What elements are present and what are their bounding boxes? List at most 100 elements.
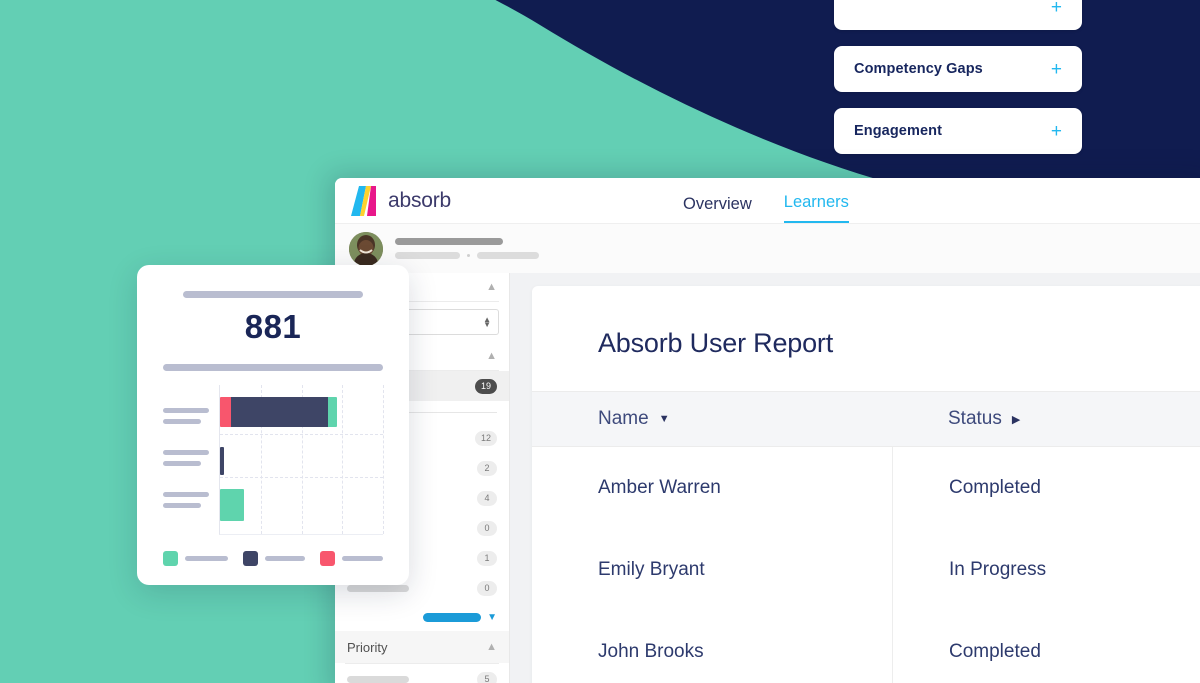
section-title: Priority: [347, 639, 388, 655]
sidebar-progress-row[interactable]: ▼: [335, 603, 509, 631]
redacted-legend-label: [265, 556, 305, 561]
column-header-status[interactable]: Status ▶: [892, 408, 1020, 430]
gridline-horizontal: [220, 434, 383, 436]
stat-value: 881: [244, 308, 302, 345]
chart-legend: [163, 551, 383, 566]
legend-swatch-pink: [319, 551, 335, 566]
chart-plot-area: [219, 385, 384, 535]
redacted-filter-label: [347, 584, 409, 592]
gridline-vertical: [342, 385, 344, 534]
redacted-meta-1: [395, 252, 460, 259]
wordmark: absorb: [388, 188, 452, 212]
plus-icon[interactable]: +: [1051, 60, 1062, 79]
axis-label-group: [163, 492, 219, 508]
caret-down-icon[interactable]: ▼: [659, 413, 670, 425]
filter-count-badge: 0: [477, 520, 497, 536]
table-row[interactable]: Emily Bryant In Progress: [532, 529, 1200, 611]
chart-axis-labels: [163, 385, 219, 535]
app-body: ▲ ▲ ▼ ▲ 19 12 2 4 0 1 0 ▼ Priority ▲ 5 A…: [335, 273, 1200, 683]
user-context-bar: [335, 223, 1200, 273]
accordion-label: Competency Gaps: [854, 61, 983, 77]
bar-segment-c: [327, 397, 338, 427]
stat-card: 881: [137, 265, 409, 585]
legend-swatch-teal: [163, 551, 178, 566]
filter-count-badge: 4: [477, 490, 497, 506]
table-row[interactable]: Amber Warren Completed: [532, 447, 1200, 529]
plus-icon[interactable]: +: [1051, 0, 1062, 17]
bar-segment-a: [220, 397, 231, 427]
redacted-axis-label: [163, 503, 201, 508]
cell-name: Emily Bryant: [598, 559, 705, 580]
plus-icon[interactable]: +: [1051, 122, 1062, 141]
cell-status: Completed: [892, 447, 1041, 529]
separator-dot: [467, 254, 470, 257]
redacted-axis-label: [163, 419, 201, 424]
cell-name: John Brooks: [598, 641, 704, 662]
accordion-item-competency-gaps[interactable]: Competency Gaps +: [834, 46, 1082, 92]
accordion-label: Engagement: [854, 123, 943, 139]
stepper-icon[interactable]: ▲ ▼: [483, 316, 491, 329]
table-row[interactable]: John Brooks Completed: [532, 611, 1200, 683]
page-title: Absorb User Report: [598, 328, 833, 358]
redacted-axis-label: [163, 461, 201, 466]
column-header-name[interactable]: Name ▼: [532, 408, 892, 430]
avatar[interactable]: [349, 231, 383, 266]
priority-count-badge: 5: [477, 671, 497, 683]
axis-label-group: [163, 408, 219, 424]
bar-segment-c: [220, 489, 245, 521]
legend-swatch-navy: [243, 551, 259, 566]
table-header: Name ▼ Status ▶: [532, 391, 1200, 447]
column-label: Name: [598, 408, 649, 429]
progress-bar: [423, 612, 482, 622]
redacted-axis-label: [163, 492, 209, 497]
absorb-logo-icon: [351, 185, 376, 216]
chevron-down-icon[interactable]: ▼: [487, 612, 497, 623]
redacted-username: [395, 238, 503, 245]
brand-logo[interactable]: absorb: [351, 185, 452, 216]
bar-series-2: [220, 447, 225, 475]
redacted-meta-2: [477, 252, 539, 259]
column-label: Status: [948, 408, 1002, 429]
report-card: Absorb User Report Name ▼ Status ▶ Amber…: [532, 286, 1200, 683]
redacted-priority-label: [347, 675, 409, 683]
main-nav: Overview Learners: [683, 178, 849, 223]
user-info-redacted: [395, 238, 539, 259]
tab-overview[interactable]: Overview: [683, 195, 752, 223]
filter-count-badge: 1: [477, 550, 497, 566]
chevron-up-icon[interactable]: ▲: [486, 641, 497, 653]
tab-learners[interactable]: Learners: [783, 193, 849, 223]
redacted-legend-label: [341, 556, 383, 561]
cell-name: Amber Warren: [598, 477, 721, 498]
redacted-legend-label: [185, 556, 229, 561]
cell-status: In Progress: [892, 529, 1046, 611]
bar-series-1: [220, 397, 338, 427]
axis-label-group: [163, 450, 219, 466]
report-area: Absorb User Report Name ▼ Status ▶ Amber…: [510, 273, 1200, 683]
redacted-axis-label: [163, 450, 209, 455]
stacked-bar-chart: [163, 385, 384, 535]
filter-count-badge: 19: [474, 378, 497, 394]
filter-count-badge: 2: [477, 460, 497, 476]
browser-window: absorb Overview Learners ▲ ▲ ▼ ▲ 19 12 2…: [335, 178, 1200, 683]
marketing-composite: + Competency Gaps + Engagement + absorb …: [0, 0, 1200, 683]
filter-count-badge: 12: [474, 430, 497, 446]
accordion-item-cutoff[interactable]: +: [834, 0, 1082, 30]
bar-segment-b: [220, 447, 225, 475]
accordion-list: + Competency Gaps + Engagement +: [834, 0, 1082, 170]
sidebar-section-priority[interactable]: Priority ▲: [335, 631, 509, 663]
chevron-up-icon[interactable]: ▲: [486, 350, 497, 362]
gridline-horizontal: [220, 477, 383, 479]
redacted-axis-label: [163, 408, 209, 413]
redacted-card-subtitle: [163, 364, 383, 371]
bar-series-3: [220, 489, 245, 521]
caret-right-icon[interactable]: ▶: [1012, 413, 1020, 426]
filter-count-badge: 0: [477, 580, 497, 596]
cell-status: Completed: [892, 611, 1041, 683]
chevron-up-icon[interactable]: ▲: [486, 281, 497, 293]
accordion-item-engagement[interactable]: Engagement +: [834, 108, 1082, 154]
app-topbar: absorb Overview Learners: [335, 178, 1200, 223]
redacted-card-title: [183, 291, 363, 298]
bar-segment-b: [230, 397, 328, 427]
gridline-vertical: [383, 385, 384, 534]
priority-item[interactable]: 5: [335, 664, 509, 683]
